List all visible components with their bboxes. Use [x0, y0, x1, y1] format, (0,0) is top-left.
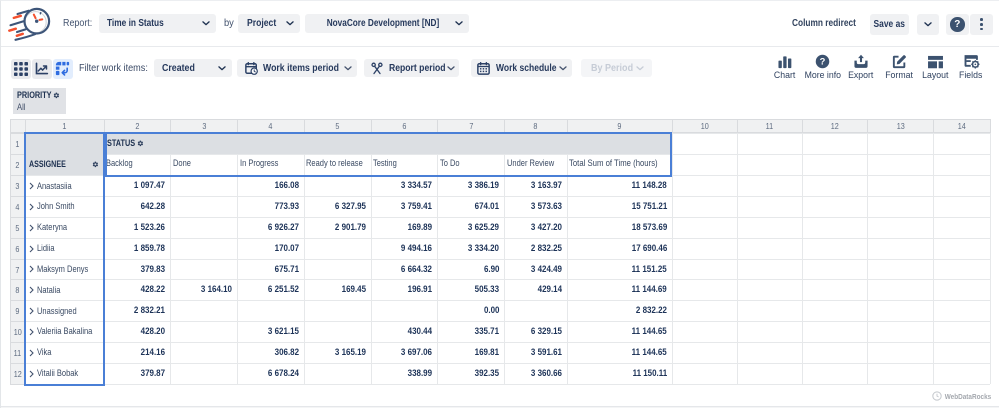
svg-text:?: ?	[820, 57, 826, 67]
